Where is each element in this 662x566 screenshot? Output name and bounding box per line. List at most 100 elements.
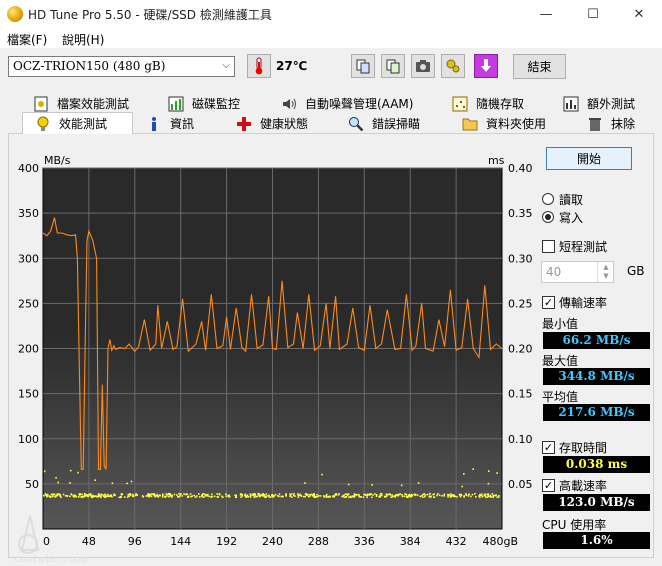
access-time-point <box>208 495 210 498</box>
app-icon <box>7 6 23 22</box>
tab-aam[interactable]: 自動噪聲管理(AAM) <box>281 94 413 113</box>
access-time-point <box>474 493 476 495</box>
spinner-down-icon[interactable]: ▼ <box>603 272 608 281</box>
start-button[interactable]: 開始 <box>546 147 632 170</box>
transfer-rate-checkbox[interactable]: ✓ <box>542 296 555 309</box>
x-tick-label: 144 <box>170 535 191 548</box>
camera-icon[interactable] <box>411 54 435 78</box>
access-time-point <box>241 495 244 497</box>
x-tick-label: 288 <box>308 535 329 548</box>
access-time-point <box>111 482 114 485</box>
tab-random-access[interactable]: 隨機存取 <box>452 94 524 113</box>
test-size-spinner[interactable]: ▲ ▼ <box>597 262 614 282</box>
access-time-point <box>267 495 269 497</box>
access-time-point <box>333 496 335 498</box>
y-right-tick-label: 0.15 <box>508 388 533 401</box>
access-time-point <box>46 495 48 498</box>
access-time-point <box>293 492 295 495</box>
access-time-point <box>70 493 73 495</box>
tab-extra-tests[interactable]: 額外測試 <box>563 94 635 113</box>
min-label: 最小值 <box>542 317 579 331</box>
access-time-point <box>327 496 329 498</box>
access-time-point <box>100 496 102 499</box>
trash-icon <box>587 116 603 132</box>
access-time-point <box>375 494 378 496</box>
drive-select[interactable]: OCZ-TRION150 (480 gB) ⌵ <box>8 56 235 77</box>
short-test-label: 短程測試 <box>559 240 608 254</box>
access-time-label: 存取時間 <box>559 441 608 455</box>
access-time-point <box>424 495 426 498</box>
tab-label: 隨機存取 <box>476 97 525 111</box>
access-time-point <box>491 493 494 495</box>
access-time-point <box>265 493 268 495</box>
tab-error-scan[interactable]: 錯誤掃瞄 <box>348 114 420 133</box>
access-time-point <box>221 495 223 498</box>
menu-file[interactable]: 檔案(F) <box>7 31 47 48</box>
max-label: 最大值 <box>542 354 579 368</box>
test-size-unit: GB <box>627 264 645 278</box>
access-time-point <box>384 495 387 498</box>
write-radio[interactable] <box>542 211 554 223</box>
y-right-tick-label: 0.30 <box>508 252 533 265</box>
access-time-point <box>171 494 173 497</box>
burst-rate-checkbox[interactable]: ✓ <box>542 479 555 492</box>
tab-label: 資料夾使用 <box>486 117 547 131</box>
access-time-point <box>120 495 122 498</box>
access-time-point <box>393 495 396 497</box>
tab-folder-usage[interactable]: 資料夾使用 <box>462 114 546 133</box>
access-time-point <box>410 494 412 497</box>
access-time-point <box>387 493 390 496</box>
access-time-point <box>304 482 306 484</box>
access-time-point <box>328 495 331 498</box>
access-time-point <box>198 493 200 495</box>
tab-health[interactable]: 健康狀態 <box>236 114 308 133</box>
y-left-tick-label: 300 <box>18 252 39 265</box>
spinner-up-icon[interactable]: ▲ <box>603 263 608 272</box>
copy-icon[interactable] <box>351 54 375 78</box>
minimize-button[interactable]: — <box>523 0 569 28</box>
access-time-point <box>297 494 299 497</box>
tab-file-benchmark[interactable]: 檔案效能測試 <box>33 94 129 113</box>
access-time-point <box>313 496 315 498</box>
access-time-point <box>403 495 406 498</box>
save-icon[interactable] <box>474 54 498 78</box>
access-time-point <box>213 495 216 498</box>
exit-button[interactable]: 結束 <box>513 54 566 79</box>
y-right-unit: ms <box>488 154 505 167</box>
tab-disk-monitor[interactable]: 磁碟監控 <box>168 94 240 113</box>
access-time-point <box>450 495 452 498</box>
access-time-point <box>488 470 490 472</box>
access-time-point <box>447 496 449 498</box>
options-icon[interactable] <box>441 54 465 78</box>
access-time-checkbox[interactable]: ✓ <box>542 441 555 454</box>
access-time-point <box>307 493 309 496</box>
access-time-point <box>378 496 380 498</box>
access-time-point <box>463 473 465 475</box>
short-test-checkbox[interactable] <box>542 240 555 253</box>
tab-benchmark[interactable]: 效能測試 <box>22 112 133 134</box>
access-time-point <box>60 496 62 498</box>
tab-erase[interactable]: 抹除 <box>587 114 635 133</box>
access-time-point <box>263 493 265 496</box>
cpu-usage-label: CPU 使用率 <box>542 518 607 532</box>
access-time-point <box>157 496 160 498</box>
tab-label: 資訊 <box>170 117 195 131</box>
access-time-point <box>326 493 328 496</box>
access-time-point <box>362 496 365 498</box>
read-radio[interactable] <box>542 193 554 205</box>
access-time-point <box>123 496 126 498</box>
maximize-button[interactable]: ☐ <box>570 0 616 28</box>
temperature-value: 27℃ <box>276 59 308 73</box>
access-time-point <box>417 482 420 484</box>
close-button[interactable]: ✕ <box>616 0 662 28</box>
write-label: 寫入 <box>559 211 584 225</box>
copy-text-icon[interactable] <box>381 54 405 78</box>
access-time-point <box>437 493 439 495</box>
access-time-point <box>332 495 334 498</box>
menu-help[interactable]: 說明(H) <box>62 31 104 48</box>
tab-info[interactable]: 資訊 <box>146 114 194 133</box>
access-time-point <box>392 495 394 498</box>
random-access-icon <box>452 96 468 112</box>
access-time-point <box>52 495 54 497</box>
access-time-point <box>338 493 340 495</box>
